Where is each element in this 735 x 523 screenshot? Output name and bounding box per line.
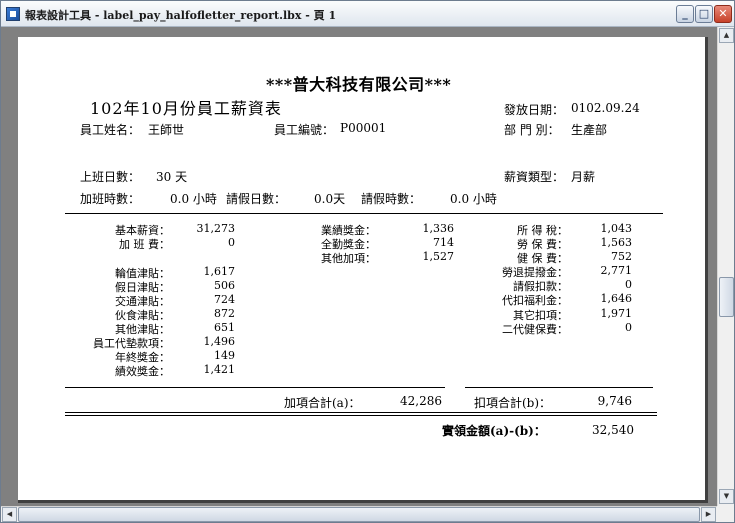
item-value: 1,563	[600, 236, 633, 249]
work-days-value: 30 天	[156, 170, 188, 184]
employee-name-value: 王師世	[148, 123, 185, 137]
employee-name-label: 員工姓名：	[80, 123, 141, 137]
item-value: 2,771	[600, 264, 633, 277]
item-label: 加 班 費：	[119, 238, 170, 251]
title-bar[interactable]: 報表設計工具 - label_pay_halfofletter_report.l…	[1, 1, 734, 27]
company-name: ***普大科技有限公司***	[266, 75, 452, 94]
totals-double-rule-1	[65, 412, 657, 413]
add-total-label: 加項合計(a)：	[284, 396, 361, 410]
minimize-icon: _	[682, 7, 688, 20]
deduct-total-value: 9,746	[597, 394, 632, 408]
work-days-label: 上班日數：	[80, 170, 141, 184]
item-value: 651	[214, 321, 235, 334]
overtime-value: 0.0 小時	[170, 192, 217, 206]
pay-type-value: 月薪	[571, 170, 596, 184]
item-value: 1,646	[600, 292, 633, 305]
leave-days-value: 0.0天	[314, 192, 346, 206]
deductions-total-rule	[465, 387, 653, 388]
item-label: 其他加項：	[321, 252, 376, 265]
item-value: 872	[214, 307, 235, 320]
item-value: 0	[625, 278, 632, 291]
minimize-button[interactable]: _	[676, 5, 694, 23]
horizontal-scroll-thumb[interactable]	[18, 507, 700, 522]
report-designer-window: 報表設計工具 - label_pay_halfofletter_report.l…	[0, 0, 735, 523]
report-preview-viewport[interactable]: ***普大科技有限公司*** 102年10月份員工薪資表 發放日期： 0102.…	[1, 27, 717, 506]
window-title: 報表設計工具 - label_pay_halfofletter_report.l…	[25, 9, 337, 22]
item-value: 506	[214, 279, 235, 292]
overtime-label: 加班時數：	[80, 192, 141, 206]
item-value: 1,496	[203, 335, 236, 348]
maximize-icon: □	[698, 7, 710, 20]
vertical-scroll-thumb[interactable]	[719, 277, 734, 317]
pay-type-label: 薪資類型：	[504, 170, 565, 184]
leave-hours-value: 0.0 小時	[450, 192, 497, 206]
totals-double-rule-2	[65, 415, 657, 416]
item-value: 1,971	[600, 307, 633, 320]
scroll-left-icon[interactable]: ◀	[2, 507, 17, 522]
horizontal-scrollbar[interactable]: ◀ ▶	[1, 506, 717, 522]
department-label: 部 門 別：	[504, 123, 560, 137]
item-value: 1,617	[203, 265, 236, 278]
item-value: 31,273	[196, 222, 236, 235]
net-pay-label: 實領金額(a)-(b)：	[442, 424, 546, 438]
item-label: 二代健保費：	[502, 323, 568, 336]
vertical-scrollbar[interactable]: ▲ ▼	[717, 27, 734, 506]
issue-date-value: 0102.09.24	[571, 101, 640, 115]
header-divider	[65, 213, 663, 214]
item-label: 績效獎金：	[115, 365, 170, 378]
net-pay-value: 32,540	[592, 423, 634, 437]
item-value: 0	[228, 236, 235, 249]
leave-hours-label: 請假時數：	[361, 192, 422, 206]
leave-days-label: 請假日數：	[226, 192, 287, 206]
report-page: ***普大科技有限公司*** 102年10月份員工薪資表 發放日期： 0102.…	[18, 37, 708, 503]
item-value: 714	[433, 236, 454, 249]
item-value: 1,527	[422, 250, 455, 263]
deduct-total-label: 扣項合計(b)：	[474, 396, 552, 410]
employee-id-label: 員工編號：	[274, 123, 335, 137]
item-value: 752	[611, 250, 632, 263]
earnings-total-rule	[65, 387, 445, 388]
item-value: 724	[214, 293, 235, 306]
close-button[interactable]: ✕	[714, 5, 732, 23]
close-icon: ✕	[718, 7, 728, 20]
item-value: 0	[625, 321, 632, 334]
issue-date-label: 發放日期：	[504, 103, 565, 117]
scroll-down-icon[interactable]: ▼	[719, 489, 734, 504]
app-icon	[6, 7, 20, 21]
department-value: 生產部	[571, 123, 608, 137]
item-label: 代扣福利金：	[502, 294, 568, 307]
item-value: 1,336	[422, 222, 455, 235]
employee-id-value: P00001	[340, 121, 387, 135]
scroll-up-icon[interactable]: ▲	[719, 28, 734, 43]
add-total-value: 42,286	[400, 394, 442, 408]
item-value: 1,043	[600, 222, 633, 235]
item-value: 1,421	[203, 363, 236, 376]
maximize-button[interactable]: □	[695, 5, 713, 23]
report-title: 102年10月份員工薪資表	[90, 99, 282, 118]
scroll-right-icon[interactable]: ▶	[701, 507, 716, 522]
item-value: 149	[214, 349, 235, 362]
